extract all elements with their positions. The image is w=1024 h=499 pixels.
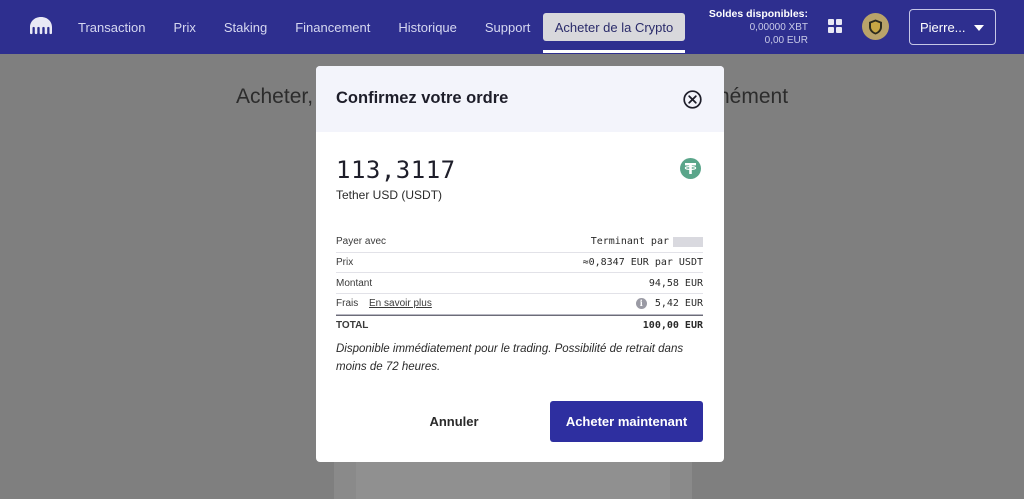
redacted-card-number bbox=[673, 236, 703, 247]
price-label: Prix bbox=[336, 257, 354, 269]
currency-name: Tether USD (USDT) bbox=[336, 188, 443, 202]
nav-item-staking[interactable]: Staking bbox=[210, 20, 281, 35]
amount-label: Montant bbox=[336, 277, 373, 289]
availability-note: Disponible immédiatement pour le trading… bbox=[336, 343, 684, 373]
kraken-logo-icon[interactable] bbox=[28, 16, 54, 36]
verification-badge[interactable] bbox=[862, 13, 889, 40]
nav-item-historique[interactable]: Historique bbox=[384, 20, 471, 35]
order-amount: 113,3117 bbox=[336, 156, 456, 184]
caret-down-icon bbox=[974, 25, 984, 31]
total-value: 100,00 EUR bbox=[642, 320, 703, 332]
top-navigation: Transaction Prix Staking Financement His… bbox=[0, 0, 1024, 54]
info-icon[interactable]: i bbox=[635, 298, 647, 310]
pay-with-row: Payer avec Terminant par bbox=[336, 232, 703, 253]
price-row: Prix ≈0,8347 EUR par USDT bbox=[336, 253, 703, 274]
balance-xbt: 0,00000 XBT bbox=[749, 22, 808, 33]
available-balances[interactable]: Soldes disponibles: 0,00000 XBT 0,00 EUR bbox=[709, 8, 808, 47]
nav-item-transaction[interactable]: Transaction bbox=[64, 20, 159, 35]
confirm-order-modal: Confirmez votre ordre 113,3117 Tether US… bbox=[316, 66, 724, 462]
amount-value: 94,58 EUR bbox=[648, 277, 703, 289]
modal-header: Confirmez votre ordre bbox=[316, 66, 724, 132]
learn-more-link[interactable]: En savoir plus bbox=[369, 298, 432, 309]
buy-crypto-tab[interactable]: Acheter de la Crypto bbox=[543, 13, 685, 41]
nav-item-prix[interactable]: Prix bbox=[159, 20, 209, 35]
page-heading-fragment-left: Acheter, bbox=[236, 85, 314, 108]
total-row: TOTAL 100,00 EUR bbox=[336, 314, 703, 336]
buy-now-button[interactable]: Acheter maintenant bbox=[550, 401, 703, 442]
balances-title: Soldes disponibles: bbox=[708, 8, 808, 20]
background-card-inner bbox=[356, 462, 670, 499]
fees-label: Frais bbox=[336, 298, 359, 310]
nav-item-support[interactable]: Support bbox=[471, 20, 545, 35]
apps-grid-icon[interactable] bbox=[828, 19, 842, 33]
amount-row: Montant 94,58 EUR bbox=[336, 273, 703, 295]
page-heading-fragment-right: nément bbox=[718, 85, 789, 108]
close-icon[interactable] bbox=[683, 90, 702, 109]
cancel-button[interactable]: Annuler bbox=[408, 401, 500, 441]
main-nav: Transaction Prix Staking Financement His… bbox=[64, 0, 544, 54]
fees-value: 5,42 EUR bbox=[654, 298, 703, 310]
price-value: ≈0,8347 EUR par USDT bbox=[582, 257, 703, 269]
nav-item-financement[interactable]: Financement bbox=[281, 20, 384, 35]
tether-icon bbox=[680, 158, 701, 179]
pay-with-label: Payer avec bbox=[336, 236, 387, 248]
total-label: TOTAL bbox=[336, 320, 369, 332]
active-tab-indicator bbox=[543, 50, 685, 53]
fees-row: Frais En savoir plus i 5,42 EUR bbox=[336, 294, 703, 315]
balance-eur: 0,00 EUR bbox=[764, 35, 808, 46]
user-menu-button[interactable]: Pierre... bbox=[909, 9, 996, 45]
modal-title: Confirmez votre ordre bbox=[336, 89, 509, 107]
pay-with-value: Terminant par bbox=[590, 236, 669, 248]
user-name: Pierre... bbox=[920, 19, 966, 35]
order-details: Payer avec Terminant par Prix ≈0,8347 EU… bbox=[336, 232, 703, 335]
shield-icon bbox=[869, 19, 882, 34]
